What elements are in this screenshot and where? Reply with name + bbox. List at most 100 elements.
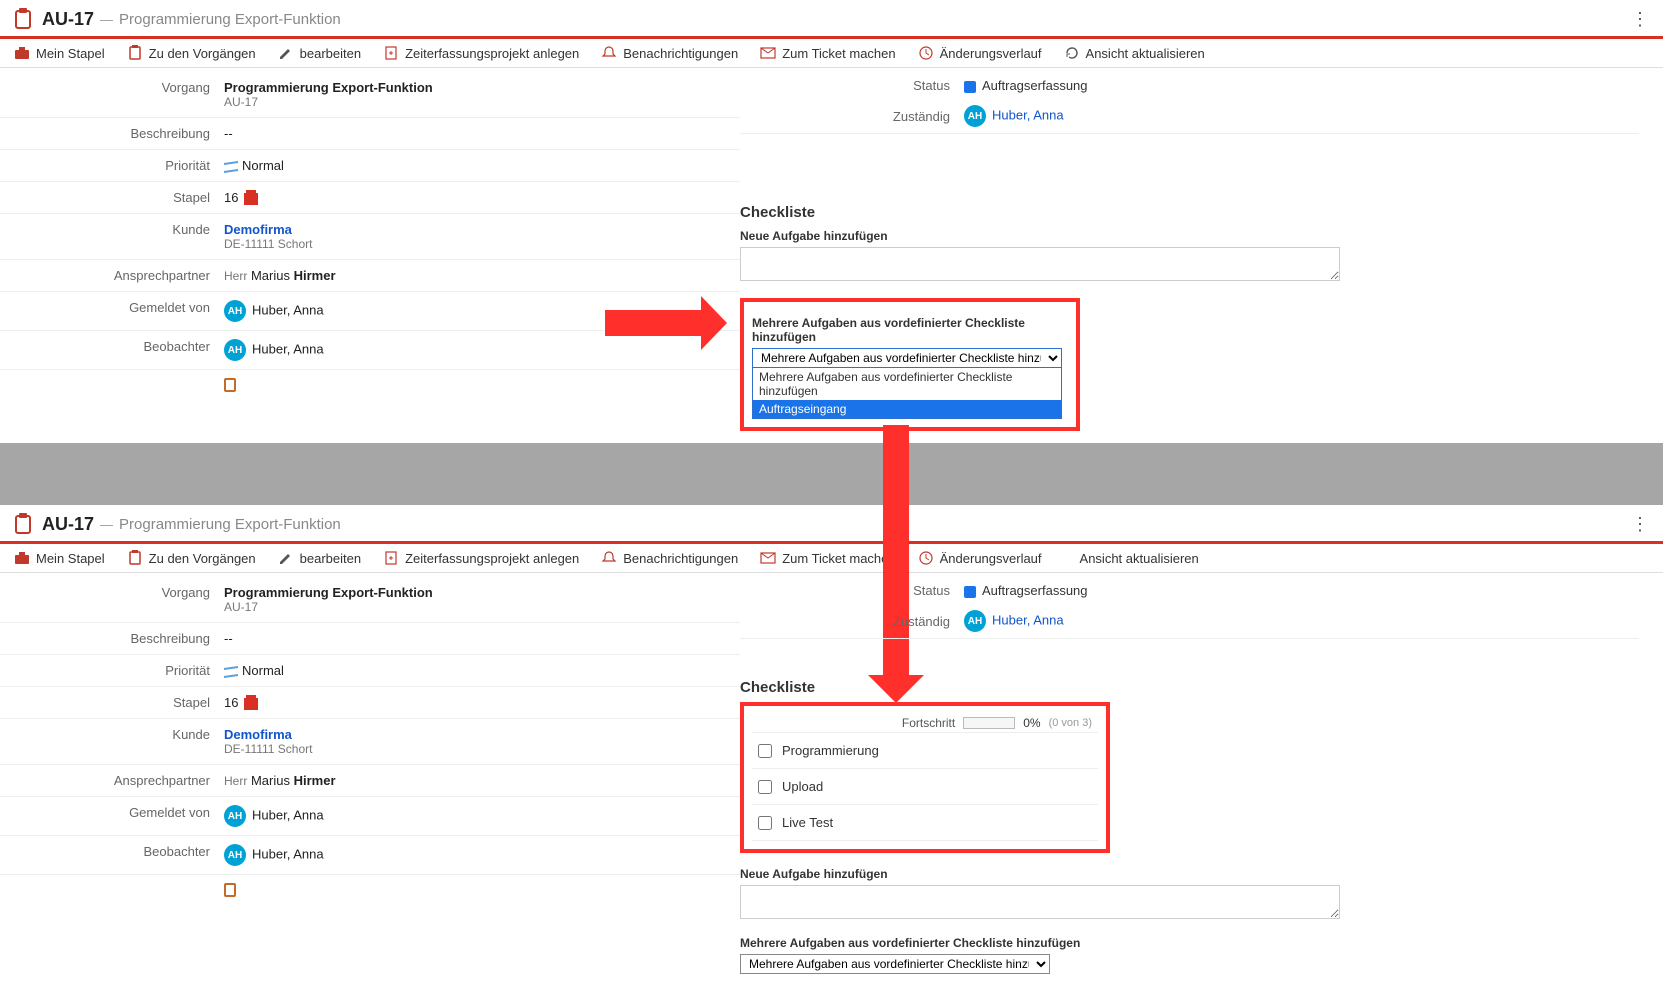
checklist-heading: Checkliste bbox=[740, 679, 1639, 696]
checklist-select-options: Mehrere Aufgaben aus vordefinierter Chec… bbox=[752, 367, 1062, 419]
clipboard-icon bbox=[127, 550, 143, 566]
checklist-item[interactable]: Programmierung bbox=[752, 733, 1098, 769]
clipboard-icon bbox=[127, 45, 143, 61]
field-beschreibung: Beschreibung -- bbox=[0, 117, 740, 149]
field-prioritaet: Priorität Normal bbox=[0, 149, 740, 181]
priority-icon bbox=[224, 162, 238, 172]
field-stapel: Stapel 16 bbox=[0, 181, 740, 213]
new-task-label: Neue Aufgabe hinzufügen bbox=[740, 867, 1639, 881]
checklist-item[interactable]: Upload bbox=[752, 769, 1098, 805]
multi-label: Mehrere Aufgaben aus vordefinierter Chec… bbox=[740, 936, 1639, 950]
priority-icon bbox=[224, 667, 238, 677]
envelope-icon bbox=[760, 45, 776, 61]
stack-icon bbox=[244, 698, 258, 710]
meta-status: Status Auftragserfassung bbox=[740, 72, 1639, 99]
kebab-icon[interactable]: ⋮ bbox=[1631, 514, 1649, 535]
clipboard-plus-icon bbox=[383, 45, 399, 61]
tb-benachrichtigungen[interactable]: Benachrichtigungen bbox=[601, 550, 738, 566]
avatar: AH bbox=[224, 805, 246, 827]
kebab-icon[interactable]: ⋮ bbox=[1631, 9, 1649, 30]
new-task-input[interactable] bbox=[740, 885, 1340, 919]
right-meta: StatusAuftragserfassung ZuständigAHHuber… bbox=[740, 577, 1639, 639]
field-bookmark bbox=[0, 369, 740, 403]
avatar: AH bbox=[964, 610, 986, 632]
bookmark-icon[interactable] bbox=[224, 378, 236, 392]
checklist-select[interactable]: Mehrere Aufgaben aus vordefinierter Chec… bbox=[752, 348, 1062, 368]
toolbar: Mein Stapel Zu den Vorgängen bearbeiten … bbox=[0, 544, 1663, 573]
briefcase-icon bbox=[14, 45, 30, 61]
tb-mein-stapel[interactable]: Mein Stapel bbox=[14, 550, 105, 566]
highlight-dropdown: Mehrere Aufgaben aus vordefinierter Chec… bbox=[740, 298, 1080, 431]
body-bottom: VorgangProgrammierung Export-FunktionAU-… bbox=[0, 573, 1663, 986]
zustaendig-link[interactable]: Huber, Anna bbox=[992, 107, 1064, 122]
tb-aktualisieren[interactable]: Ansicht aktualisieren bbox=[1064, 45, 1205, 61]
right-column: Status Auftragserfassung Zuständig AHHub… bbox=[740, 72, 1663, 431]
meta-zustaendig: Zuständig AHHuber, Anna bbox=[740, 99, 1639, 133]
right-column: StatusAuftragserfassung ZuständigAHHuber… bbox=[740, 577, 1663, 974]
checkbox[interactable] bbox=[758, 816, 772, 830]
tb-zeiterfassung[interactable]: Zeiterfassungsprojekt anlegen bbox=[383, 45, 579, 61]
tb-zeiterfassung[interactable]: Zeiterfassungsprojekt anlegen bbox=[383, 550, 579, 566]
progress-bar bbox=[963, 717, 1015, 729]
select-option[interactable]: Auftragseingang bbox=[753, 400, 1061, 418]
ticket-header: AU-17 — Programmierung Export-Funktion ⋮ bbox=[0, 505, 1663, 544]
bell-icon bbox=[601, 45, 617, 61]
tb-benachrichtigungen[interactable]: Benachrichtigungen bbox=[601, 45, 738, 61]
ticket-id: AU-17 bbox=[42, 514, 94, 535]
ticket-title: Programmierung Export-Funktion bbox=[119, 11, 341, 28]
stack-icon bbox=[244, 193, 258, 205]
field-ansprechpartner: Ansprechpartner Herr Marius Hirmer bbox=[0, 259, 740, 291]
checkbox[interactable] bbox=[758, 744, 772, 758]
zustaendig-link[interactable]: Huber, Anna bbox=[992, 612, 1064, 627]
checklist-block: Neue Aufgabe hinzufügen Mehrere Aufgaben… bbox=[740, 229, 1639, 431]
refresh-icon bbox=[1064, 45, 1080, 61]
tb-bearbeiten[interactable]: bearbeiten bbox=[278, 550, 361, 566]
clipboard-icon bbox=[14, 8, 32, 30]
checklist-item[interactable]: Live Test bbox=[752, 805, 1098, 841]
clipboard-icon bbox=[14, 513, 32, 535]
kunde-link[interactable]: Demofirma bbox=[224, 727, 734, 742]
body-top: Vorgang Programmierung Export-Funktion A… bbox=[0, 68, 1663, 443]
checklist-heading: Checkliste bbox=[740, 204, 1639, 221]
pane-bottom: AU-17 — Programmierung Export-Funktion ⋮… bbox=[0, 505, 1663, 986]
avatar: AH bbox=[224, 844, 246, 866]
right-meta: Status Auftragserfassung Zuständig AHHub… bbox=[740, 72, 1639, 134]
left-column: Vorgang Programmierung Export-Funktion A… bbox=[0, 72, 740, 403]
select-option[interactable]: Mehrere Aufgaben aus vordefinierter Chec… bbox=[753, 368, 1061, 400]
briefcase-icon bbox=[14, 550, 30, 566]
bell-icon bbox=[601, 550, 617, 566]
tb-aenderung[interactable]: Änderungsverlauf bbox=[918, 550, 1042, 566]
new-task-input[interactable] bbox=[740, 247, 1340, 281]
tb-mein-stapel[interactable]: Mein Stapel bbox=[14, 45, 105, 61]
checklist-select[interactable]: Mehrere Aufgaben aus vordefinierter Chec… bbox=[740, 954, 1050, 974]
envelope-icon bbox=[760, 550, 776, 566]
kunde-link[interactable]: Demofirma bbox=[224, 222, 734, 237]
left-column: VorgangProgrammierung Export-FunktionAU-… bbox=[0, 577, 740, 908]
pencil-icon bbox=[278, 45, 294, 61]
tb-aktualisieren[interactable]: Ansicht aktualisieren bbox=[1080, 551, 1199, 566]
progress-row: Fortschritt 0% (0 von 3) bbox=[752, 712, 1098, 733]
vorgang-title: Programmierung Export-Funktion bbox=[224, 80, 734, 95]
ticket-id: AU-17 bbox=[42, 9, 94, 30]
dash: — bbox=[100, 12, 113, 27]
tb-zu-vorgaengen[interactable]: Zu den Vorgängen bbox=[127, 550, 256, 566]
bookmark-icon[interactable] bbox=[224, 883, 236, 897]
history-icon bbox=[918, 45, 934, 61]
pane-top: AU-17 — Programmierung Export-Funktion ⋮… bbox=[0, 0, 1663, 443]
new-task-label: Neue Aufgabe hinzufügen bbox=[740, 229, 1639, 243]
clipboard-plus-icon bbox=[383, 550, 399, 566]
ticket-header: AU-17 — Programmierung Export-Funktion ⋮ bbox=[0, 0, 1663, 39]
tb-bearbeiten[interactable]: bearbeiten bbox=[278, 45, 361, 61]
ticket-title: Programmierung Export-Funktion bbox=[119, 516, 341, 533]
tb-aenderung[interactable]: Änderungsverlauf bbox=[918, 45, 1042, 61]
avatar: AH bbox=[224, 339, 246, 361]
checkbox[interactable] bbox=[758, 780, 772, 794]
tb-zu-vorgaengen[interactable]: Zu den Vorgängen bbox=[127, 45, 256, 61]
avatar: AH bbox=[964, 105, 986, 127]
tb-zum-ticket[interactable]: Zum Ticket machen bbox=[760, 45, 895, 61]
status-color-icon bbox=[964, 586, 976, 598]
toolbar: Mein Stapel Zu den Vorgängen bearbeiten … bbox=[0, 39, 1663, 68]
multi-label: Mehrere Aufgaben aus vordefinierter Chec… bbox=[752, 316, 1068, 344]
pane-divider bbox=[0, 443, 1663, 505]
status-color-icon bbox=[964, 81, 976, 93]
